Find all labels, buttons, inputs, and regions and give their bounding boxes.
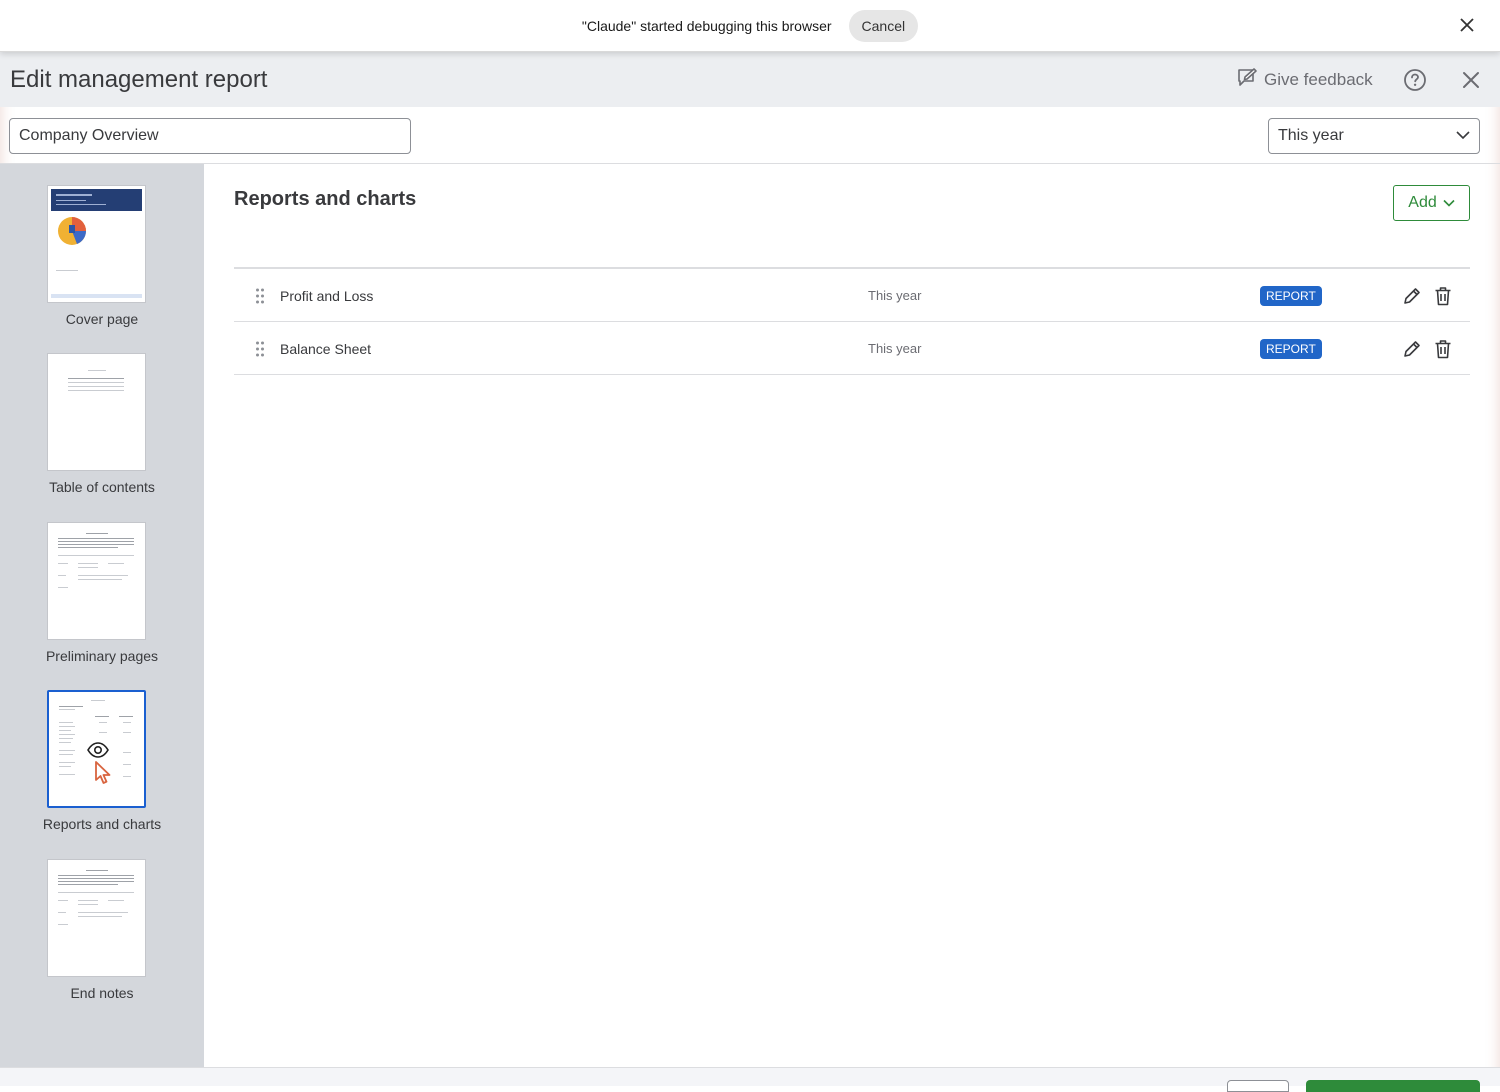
- period-select[interactable]: This year: [1268, 118, 1480, 154]
- give-feedback-label: Give feedback: [1264, 70, 1373, 89]
- trash-icon[interactable]: [1434, 339, 1452, 359]
- pencil-icon[interactable]: [1402, 286, 1422, 306]
- end-notes-thumbnail[interactable]: [47, 859, 146, 977]
- table-row: Balance Sheet This year REPORT: [234, 322, 1470, 375]
- table-row: Profit and Loss This year REPORT: [234, 269, 1470, 322]
- give-feedback-button[interactable]: Give feedback: [1236, 67, 1373, 94]
- sidebar-item-label: End notes: [70, 985, 134, 1001]
- debug-banner: "Claude" started debugging this browser …: [0, 0, 1500, 52]
- row-period: This year: [868, 288, 922, 303]
- feedback-icon: [1236, 67, 1258, 94]
- period-select-value: This year: [1278, 127, 1344, 144]
- reports-and-charts-thumbnail[interactable]: [47, 690, 146, 808]
- debug-message: "Claude" started debugging this browser: [581, 17, 832, 34]
- section-title: Reports and charts: [234, 188, 417, 210]
- row-period: This year: [868, 341, 922, 356]
- sidebar-item-label: Cover page: [65, 311, 139, 327]
- pencil-icon[interactable]: [1402, 339, 1422, 359]
- row-name: Balance Sheet: [280, 341, 372, 357]
- page-sidebar: Cover page Table of contents Preliminary…: [0, 164, 204, 1067]
- report-badge: REPORT: [1260, 339, 1322, 359]
- row-name: Profit and Loss: [280, 288, 374, 304]
- chevron-down-icon: [1443, 194, 1455, 212]
- page-title: Edit management report: [10, 66, 268, 93]
- footer-primary-button[interactable]: [1306, 1080, 1480, 1092]
- table-of-contents-thumbnail[interactable]: [47, 353, 146, 471]
- sidebar-item-label: Reports and charts: [42, 816, 162, 832]
- cover-page-thumbnail[interactable]: [47, 185, 146, 303]
- sidebar-item-label: Table of contents: [49, 479, 155, 495]
- footer-secondary-button[interactable]: [1227, 1080, 1289, 1092]
- report-name-input[interactable]: [9, 118, 411, 154]
- cursor-icon: [94, 760, 114, 791]
- help-icon[interactable]: [1403, 68, 1427, 92]
- close-icon[interactable]: [1460, 69, 1482, 91]
- add-button-label: Add: [1408, 194, 1437, 211]
- drag-handle-icon[interactable]: [255, 288, 265, 304]
- page-header: Edit management report Give feedback: [0, 52, 1500, 107]
- add-button[interactable]: Add: [1393, 185, 1470, 221]
- sidebar-item-label: Preliminary pages: [45, 648, 159, 664]
- divider: [0, 163, 1500, 164]
- page-frame: [0, 52, 1500, 1086]
- trash-icon[interactable]: [1434, 286, 1452, 306]
- drag-handle-icon[interactable]: [255, 341, 265, 357]
- close-icon[interactable]: [1456, 14, 1478, 36]
- debug-cancel-button[interactable]: Cancel: [848, 9, 919, 42]
- chevron-down-icon: [1456, 127, 1470, 145]
- report-badge: REPORT: [1260, 286, 1322, 306]
- preliminary-pages-thumbnail[interactable]: [47, 522, 146, 640]
